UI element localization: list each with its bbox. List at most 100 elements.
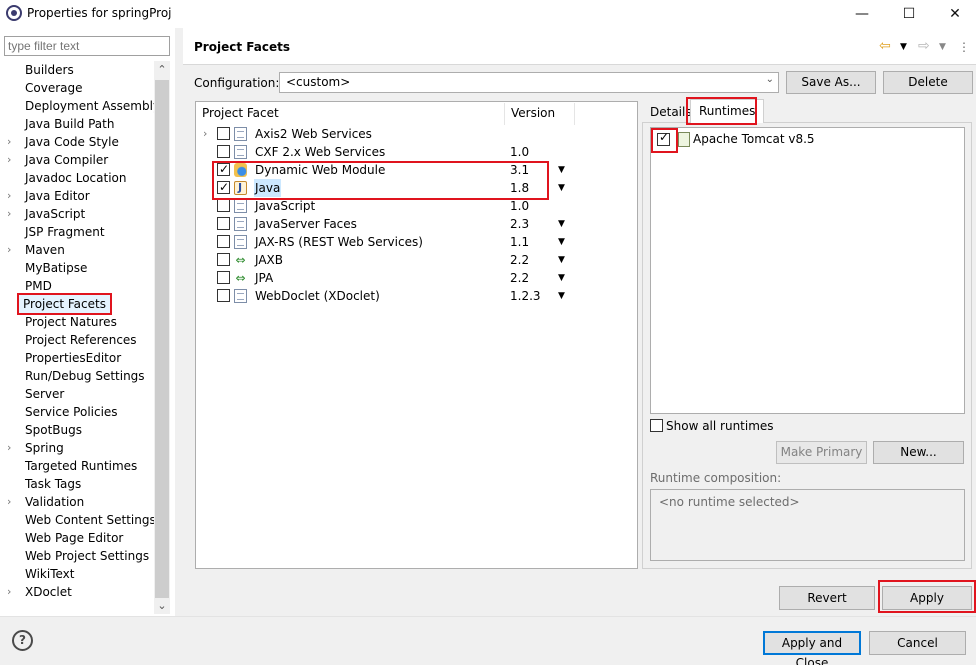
- maximize-button[interactable]: ☐: [886, 0, 932, 28]
- facet-name: JavaServer Faces: [255, 217, 357, 231]
- forward-arrow-icon[interactable]: ⇨: [918, 38, 930, 54]
- filter-input[interactable]: [4, 36, 170, 56]
- tree-item[interactable]: Project Natures: [0, 313, 154, 331]
- facet-checkbox[interactable]: [217, 253, 230, 266]
- tree-item[interactable]: WikiText: [0, 565, 154, 583]
- show-all-runtimes-checkbox[interactable]: [650, 419, 663, 432]
- chevron-right-icon[interactable]: ›: [7, 205, 11, 223]
- facet-checkbox[interactable]: [217, 217, 230, 230]
- tree-item[interactable]: Java Build Path: [0, 115, 154, 133]
- new-runtime-button[interactable]: New...: [873, 441, 964, 464]
- facet-version[interactable]: 2.2: [510, 251, 529, 269]
- back-arrow-icon[interactable]: ⇦: [879, 38, 891, 54]
- facet-checkbox[interactable]: [217, 145, 230, 158]
- facet-checkbox[interactable]: [217, 289, 230, 302]
- scroll-up-icon[interactable]: ⌃: [154, 61, 170, 79]
- tree-item[interactable]: SpotBugs: [0, 421, 154, 439]
- facet-row[interactable]: JAX-RS (REST Web Services) 1.1 ▼: [196, 233, 636, 251]
- version-dropdown-icon[interactable]: ▼: [558, 251, 565, 269]
- version-dropdown-icon[interactable]: ▼: [558, 269, 565, 287]
- version-dropdown-icon[interactable]: ▼: [558, 179, 565, 197]
- facet-checkbox[interactable]: [217, 235, 230, 248]
- tree-item[interactable]: PropertiesEditor: [0, 349, 154, 367]
- column-header-version[interactable]: Version: [511, 102, 555, 124]
- minimize-button[interactable]: —: [839, 0, 885, 28]
- tree-item[interactable]: › Spring: [0, 439, 154, 457]
- cancel-button[interactable]: Cancel: [869, 631, 966, 655]
- chevron-right-icon[interactable]: ›: [7, 133, 11, 151]
- delete-button[interactable]: Delete: [883, 71, 973, 94]
- version-dropdown-icon[interactable]: ▼: [558, 233, 565, 251]
- chevron-right-icon[interactable]: ›: [7, 583, 11, 601]
- chevron-right-icon[interactable]: ›: [7, 241, 11, 259]
- tree-item-label: Validation: [25, 495, 85, 509]
- facet-checkbox[interactable]: [217, 127, 230, 140]
- tree-item[interactable]: › Java Editor: [0, 187, 154, 205]
- tree-item[interactable]: Web Content Settings: [0, 511, 156, 529]
- tree-item-label: Builders: [25, 63, 74, 77]
- facet-row[interactable]: WebDoclet (XDoclet) 1.2.3 ▼: [196, 287, 636, 305]
- chevron-right-icon[interactable]: ›: [7, 439, 11, 457]
- runtime-item[interactable]: Apache Tomcat v8.5: [656, 130, 956, 150]
- tree-item[interactable]: Deployment Assembly: [0, 97, 160, 115]
- tree-item[interactable]: › JavaScript: [0, 205, 154, 223]
- tree-item-label: XDoclet: [25, 585, 72, 599]
- facet-checkbox[interactable]: [217, 271, 230, 284]
- facet-row[interactable]: › Axis2 Web Services: [196, 125, 636, 143]
- tree-item[interactable]: Server: [0, 385, 154, 403]
- facet-row[interactable]: JavaServer Faces 2.3 ▼: [196, 215, 636, 233]
- facet-version[interactable]: 1.1: [510, 233, 529, 251]
- tree-item[interactable]: Targeted Runtimes: [0, 457, 154, 475]
- tree-item[interactable]: MyBatipse: [0, 259, 154, 277]
- version-dropdown-icon[interactable]: ▼: [558, 161, 565, 179]
- help-icon[interactable]: ?: [12, 630, 33, 651]
- configuration-combo[interactable]: <custom> ⌄: [279, 72, 779, 93]
- view-menu-icon[interactable]: ⋮: [958, 40, 970, 54]
- tree-item[interactable]: Project References: [0, 331, 154, 349]
- facet-checkbox[interactable]: [217, 199, 230, 212]
- back-menu-icon[interactable]: ▼: [900, 42, 907, 52]
- version-dropdown-icon[interactable]: ▼: [558, 287, 565, 305]
- chevron-right-icon[interactable]: ›: [203, 125, 207, 143]
- scroll-thumb[interactable]: [155, 80, 169, 598]
- tree-item-label: Web Project Settings: [25, 549, 150, 563]
- tree-item[interactable]: › XDoclet: [0, 583, 154, 601]
- tree-item[interactable]: JSP Fragment: [0, 223, 154, 241]
- tree-item[interactable]: › Maven: [0, 241, 154, 259]
- chevron-right-icon[interactable]: ›: [7, 493, 11, 511]
- facet-version[interactable]: 2.2: [510, 269, 529, 287]
- make-primary-button[interactable]: Make Primary: [776, 441, 867, 464]
- tree-item[interactable]: Web Page Editor: [0, 529, 154, 547]
- tree-item[interactable]: Builders: [0, 61, 154, 79]
- tree-item[interactable]: Javadoc Location: [0, 169, 154, 187]
- tree-item[interactable]: Web Project Settings: [0, 547, 154, 565]
- revert-button[interactable]: Revert: [779, 586, 875, 610]
- tree-item[interactable]: › Java Compiler: [0, 151, 154, 169]
- pane-sash[interactable]: [175, 28, 183, 616]
- tree-item[interactable]: › Java Code Style: [0, 133, 154, 151]
- close-button[interactable]: ✕: [932, 0, 976, 28]
- tree-item[interactable]: Task Tags: [0, 475, 154, 493]
- facet-version[interactable]: 2.3: [510, 215, 529, 233]
- column-header-facet[interactable]: Project Facet: [202, 102, 279, 124]
- tree-item[interactable]: › Validation: [0, 493, 154, 511]
- apply-and-close-button[interactable]: Apply and Close: [763, 631, 861, 665]
- facet-row[interactable]: ⇔ JAXB 2.2 ▼: [196, 251, 636, 269]
- facet-row[interactable]: ⇔ JPA 2.2 ▼: [196, 269, 636, 287]
- version-dropdown-icon[interactable]: ▼: [558, 215, 565, 233]
- facet-row[interactable]: CXF 2.x Web Services 1.0: [196, 143, 636, 161]
- scroll-down-icon[interactable]: ⌄: [154, 597, 170, 615]
- tree-item[interactable]: Run/Debug Settings: [0, 367, 154, 385]
- facet-version[interactable]: 1.0: [510, 143, 529, 161]
- tree-item-label: Coverage: [25, 81, 83, 95]
- tree-item[interactable]: Service Policies: [0, 403, 154, 421]
- tree-item[interactable]: Project Facets: [0, 293, 154, 315]
- chevron-right-icon[interactable]: ›: [7, 187, 11, 205]
- window-title: Properties for springProj: [27, 6, 172, 20]
- highlight-box: [651, 128, 678, 153]
- forward-menu-icon[interactable]: ▼: [939, 42, 946, 52]
- save-as-button[interactable]: Save As...: [786, 71, 876, 94]
- tree-item[interactable]: Coverage: [0, 79, 154, 97]
- facet-version[interactable]: 1.2.3: [510, 287, 541, 305]
- chevron-right-icon[interactable]: ›: [7, 151, 11, 169]
